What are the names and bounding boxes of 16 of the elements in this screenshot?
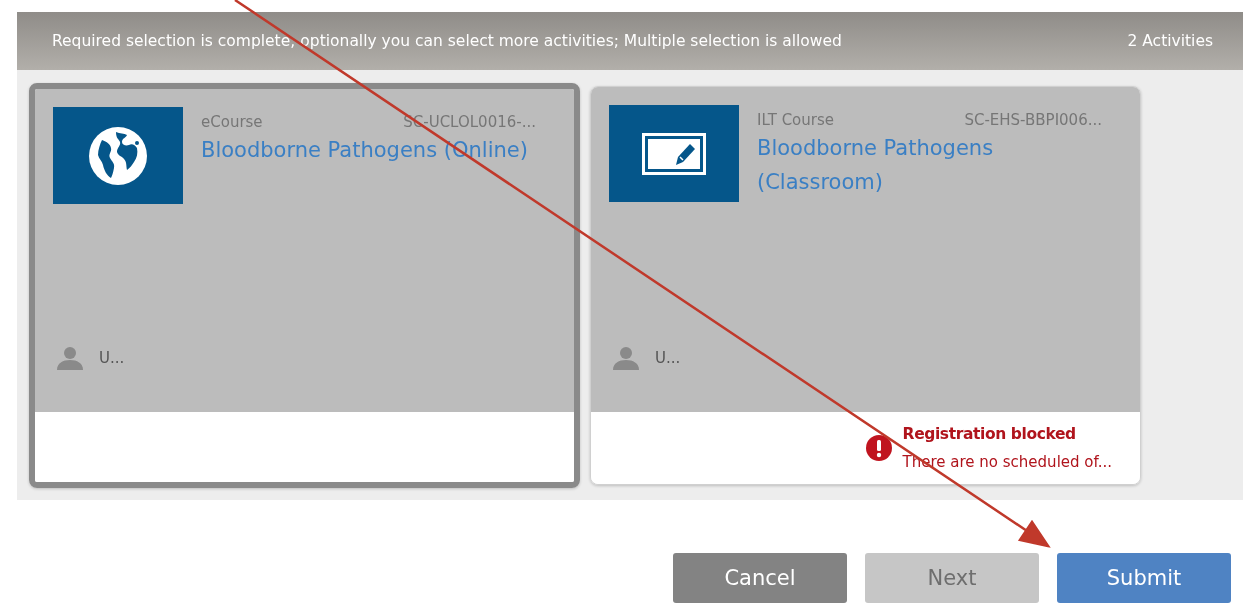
course-type: eCourse — [201, 113, 263, 131]
course-type: ILT Course — [757, 111, 834, 129]
person-icon — [55, 346, 85, 370]
activity-count: 2 Activities — [1127, 32, 1213, 50]
instruction-text: Required selection is complete; optionally you can select more activities; Multiple selection is allowed — [52, 32, 842, 50]
person-icon — [611, 346, 641, 370]
alert-icon — [864, 434, 893, 462]
globe-icon — [88, 125, 148, 186]
submit-button[interactable]: Submit — [1057, 553, 1231, 603]
alert-title: Registration blocked — [902, 424, 1077, 445]
course-title-link[interactable]: Bloodborne Pathogens (Classroom) — [757, 131, 1122, 199]
dialog-button[interactable]: Cancel — [673, 553, 847, 603]
whiteboard-pencil-icon — [642, 132, 706, 175]
course-code: SC-EHS-BBPI006... — [964, 111, 1102, 129]
owner-name: U... — [99, 349, 125, 367]
owner-name: U... — [655, 349, 681, 367]
